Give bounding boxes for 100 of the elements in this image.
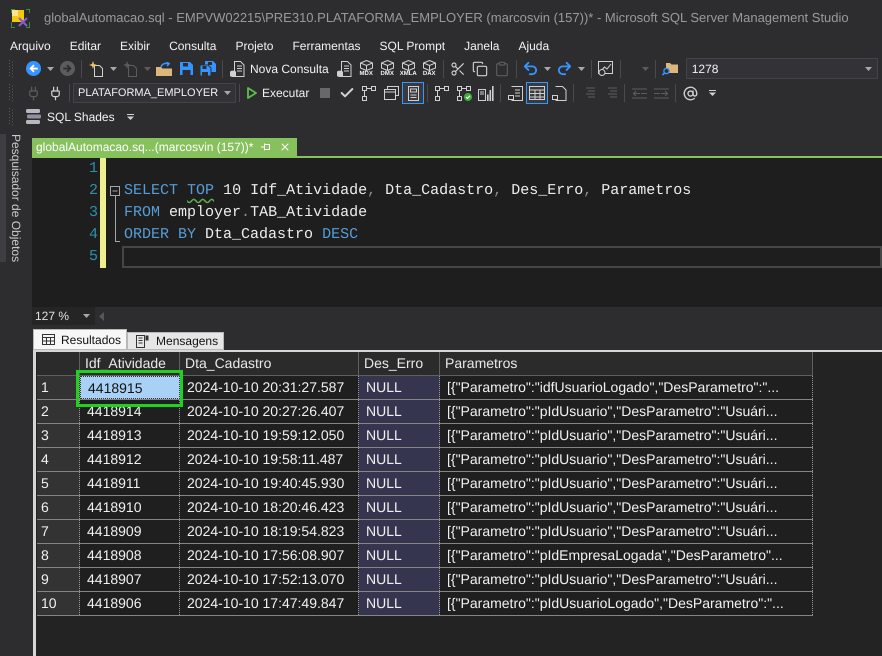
document-text-icon [508, 86, 523, 100]
table-cell[interactable]: [{"Parametro":"pIdUsuario","DesParametro":"Usuári... [440, 400, 813, 423]
table-cell[interactable]: [{"Parametro":"pIdUsuario","DesParametro":"Usuári... [440, 448, 813, 471]
copy-icon [472, 60, 488, 76]
row-number[interactable]: 7 [37, 520, 80, 543]
flowchart-check-icon [456, 86, 472, 100]
code-line[interactable]: FROM employer.TAB_Atividade [122, 202, 882, 224]
toggle-button[interactable] [402, 82, 424, 104]
document-sparkle-icon [88, 60, 104, 76]
column-header[interactable]: Des_Erro [359, 352, 440, 376]
collapse-icon[interactable] [110, 186, 120, 196]
table-cell[interactable]: 2024-10-10 18:19:54.823 [180, 520, 359, 543]
floppy-disks-icon [200, 61, 216, 76]
row-number[interactable]: 8 [37, 544, 80, 567]
table-cell[interactable]: 2024-10-10 17:47:49.847 [180, 592, 359, 615]
table-cell[interactable]: 4418908 [80, 544, 180, 567]
menu-item[interactable]: Editar [60, 37, 110, 55]
table-cell[interactable]: 4418907 [80, 568, 180, 591]
menu-item[interactable]: Exibir [111, 37, 160, 55]
table-cell[interactable]: 2024-10-10 20:27:26.407 [180, 400, 359, 423]
table-cell[interactable]: 2024-10-10 19:58:11.487 [180, 448, 359, 471]
table-cell[interactable]: NULL [359, 424, 440, 447]
table-cell[interactable]: NULL [359, 448, 440, 471]
redo-arrow-icon [556, 60, 574, 77]
execute-button[interactable]: Executar [243, 82, 314, 104]
row-number[interactable]: 9 [37, 568, 80, 591]
menu-item[interactable]: Consulta [160, 37, 226, 55]
stacked-layers-icon [26, 109, 42, 124]
caret-down-icon [578, 66, 586, 70]
code-line[interactable]: ORDER BY Dta_Cadastro DESC [122, 224, 882, 246]
table-cell[interactable]: 4418909 [80, 520, 180, 543]
table-cell[interactable]: 2024-10-10 17:56:08.907 [180, 544, 359, 567]
column-header[interactable]: Parametros [440, 352, 813, 376]
table-cell[interactable]: [{"Parametro":"idfUsuarioLogado","DesParametro":"... [440, 376, 813, 399]
table-cell[interactable]: NULL [359, 568, 440, 591]
line-number: 1 [88, 159, 98, 179]
table-cell[interactable]: NULL [359, 472, 440, 495]
table-cell[interactable]: 4418910 [80, 496, 180, 519]
sql-shades-button[interactable]: SQL Shades [22, 106, 120, 128]
search-combo[interactable]: 1278 [686, 58, 878, 79]
table-cell[interactable]: [{"Parametro":"pIdUsuario","DesParametro":"Usuári... [440, 424, 813, 447]
side-tab[interactable]: Pesquisador de Objetos [0, 134, 24, 262]
cube-icon [402, 60, 415, 70]
line-number: 3 [88, 203, 98, 223]
table-cell[interactable]: 2024-10-10 18:20:46.423 [180, 496, 359, 519]
table-cell[interactable]: 4418913 [80, 424, 180, 447]
table-cell[interactable]: 4418906 [80, 592, 180, 615]
caret-down-icon [544, 66, 552, 70]
menu-item[interactable]: Ferramentas [283, 37, 370, 55]
table-cell[interactable]: NULL [359, 496, 440, 519]
table-cell[interactable]: [{"Parametro":"pIdUsuario","DesParametro":"Usuári... [440, 568, 813, 591]
table-cell[interactable]: [{"Parametro":"pIdEmpresaLogada","DesParametro"... [440, 544, 813, 567]
zoom-combo[interactable]: 127 % [32, 307, 95, 325]
results-tab[interactable]: Resultados [33, 329, 128, 350]
results-tab[interactable]: Mensagens [127, 332, 224, 350]
document-lines-icon [136, 334, 150, 348]
table-cell[interactable]: 2024-10-10 20:31:27.587 [180, 376, 359, 399]
table-cell[interactable]: NULL [359, 544, 440, 567]
table-cell[interactable]: NULL [359, 376, 440, 399]
menu-item[interactable]: Ajuda [509, 37, 558, 55]
new-query-button[interactable]: Nova Consulta [226, 58, 334, 80]
indent-arrow-icon [654, 88, 669, 98]
menu-item[interactable]: SQL Prompt [370, 37, 454, 55]
menu-item[interactable]: Arquivo [1, 37, 60, 55]
table-cell[interactable]: [{"Parametro":"pIdUsuario","DesParametro":"Usuári... [440, 496, 813, 519]
table-cell[interactable]: NULL [359, 592, 440, 615]
row-number[interactable]: 4 [37, 448, 80, 471]
folder-open-icon [156, 62, 172, 76]
table-cell[interactable]: 4418915 [80, 376, 180, 399]
row-number[interactable]: 5 [37, 472, 80, 495]
overflow-caret-icon [127, 114, 134, 120]
table-cell[interactable]: [{"Parametro":"pIdUsuarioLogado","DesParametro":"... [440, 592, 813, 615]
row-number[interactable]: 2 [37, 400, 80, 423]
cube-icon [380, 60, 394, 70]
code-line[interactable]: SELECT TOP 10 Idf_Atividade, Dta_Cadastro, Des_Erro, Parametros [122, 180, 882, 202]
table-cell[interactable]: [{"Parametro":"pIdUsuario","DesParametro":"Usuári... [440, 472, 813, 495]
caret-down-icon [642, 66, 649, 70]
scissors-icon [450, 60, 466, 76]
cube-icon [422, 60, 436, 70]
row-number[interactable]: 10 [37, 592, 80, 615]
menu-item[interactable]: Projeto [226, 37, 282, 55]
table-cell[interactable]: [{"Parametro":"pIdUsuario","DesParametro":"Usuári... [440, 520, 813, 543]
table-cell[interactable]: NULL [359, 520, 440, 543]
app-logo-icon [11, 8, 30, 28]
folder-search-icon [662, 61, 678, 76]
table-cell[interactable]: 4418911 [80, 472, 180, 495]
menu-item[interactable]: Janela [455, 37, 508, 55]
database-combo[interactable]: PLATAFORMA_EMPLOYER [73, 83, 236, 103]
circle-arrow-left-icon [26, 61, 40, 76]
row-number[interactable]: 3 [37, 424, 80, 447]
table-cell[interactable]: NULL [359, 400, 440, 423]
column-header[interactable]: Dta_Cadastro [180, 352, 359, 376]
results-grid-button[interactable] [526, 82, 548, 104]
table-cell[interactable]: 4418912 [80, 448, 180, 471]
document-sparkle-icon [122, 60, 138, 76]
table-cell[interactable]: 2024-10-10 19:40:45.930 [180, 472, 359, 495]
row-number[interactable]: 6 [37, 496, 80, 519]
row-number[interactable]: 1 [37, 376, 80, 399]
table-cell[interactable]: 2024-10-10 17:52:13.070 [180, 568, 359, 591]
table-cell[interactable]: 2024-10-10 19:59:12.050 [180, 424, 359, 447]
